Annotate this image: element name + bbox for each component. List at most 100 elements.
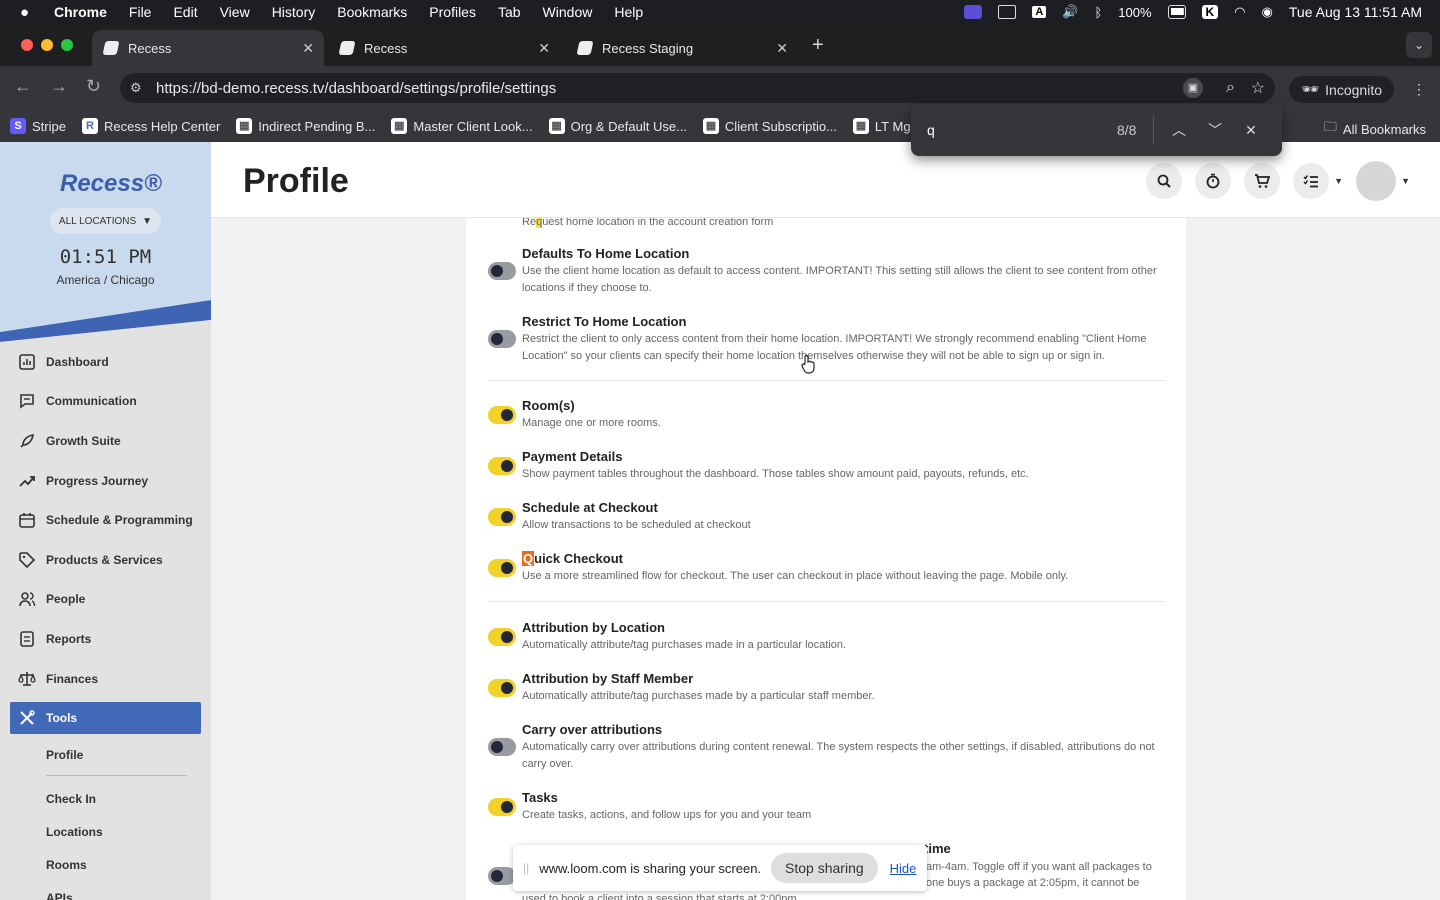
- address-url[interactable]: https://bd-demo.recess.tv/dashboard/sett…: [156, 80, 556, 97]
- sidebar-item-products-services[interactable]: Products & Services: [0, 540, 211, 580]
- menu-edit[interactable]: Edit: [173, 4, 197, 20]
- bookmark-item[interactable]: ▦ LT Mgr: [852, 118, 915, 134]
- calendar-icon: [19, 513, 35, 528]
- apple-icon[interactable]: ●: [20, 4, 36, 21]
- toggle-switch[interactable]: [488, 406, 516, 424]
- setting-description: Request home location in the account cre…: [522, 218, 774, 228]
- subnav-item-locations[interactable]: Locations: [46, 815, 211, 848]
- search-button[interactable]: [1146, 163, 1183, 199]
- all-locations-dropdown[interactable]: ALL LOCATIONS ▼: [50, 208, 161, 234]
- reload-icon[interactable]: ↻: [86, 76, 101, 97]
- toggle-switch[interactable]: [488, 508, 516, 526]
- chart-icon: [19, 353, 35, 370]
- forward-arrow-icon[interactable]: →: [50, 76, 68, 97]
- sidebar-item-progress-journey[interactable]: Progress Journey: [0, 461, 211, 501]
- sidebar-item-schedule-programming[interactable]: Schedule & Programming: [0, 500, 211, 540]
- all-bookmarks-button[interactable]: 🗀 All Bookmarks: [1324, 118, 1426, 140]
- battery-icon[interactable]: [1167, 5, 1186, 19]
- browser-tab[interactable]: Recess ✕: [328, 30, 560, 66]
- subnav-item-profile[interactable]: Profile: [46, 738, 211, 771]
- bookmark-star-icon[interactable]: ☆: [1251, 78, 1265, 98]
- toggle-switch[interactable]: [488, 330, 516, 348]
- tag-icon: [19, 551, 36, 568]
- lens-icon[interactable]: ▣: [1183, 78, 1203, 98]
- subnav-item-apis[interactable]: APIs: [46, 881, 211, 900]
- toggle-switch[interactable]: [488, 559, 516, 577]
- minimize-window-button[interactable]: [41, 39, 53, 51]
- toggle-switch[interactable]: [488, 262, 516, 280]
- sidebar-item-tools[interactable]: Tools: [10, 702, 201, 735]
- incognito-badge[interactable]: 🕶 Incognito: [1289, 76, 1394, 103]
- document-icon: [20, 631, 34, 647]
- volume-icon[interactable]: 🔊: [1062, 4, 1078, 20]
- menu-window[interactable]: Window: [543, 4, 593, 20]
- sidebar-item-communication[interactable]: Communication: [0, 382, 211, 422]
- setting-description-partial: used to book a client into a session tha…: [522, 893, 797, 900]
- subnav-item-rooms[interactable]: Rooms: [46, 848, 211, 881]
- screen-share-icon[interactable]: [964, 5, 983, 19]
- stop-sharing-button[interactable]: Stop sharing: [771, 853, 878, 883]
- menu-history[interactable]: History: [272, 4, 316, 20]
- find-next-icon[interactable]: ﹀: [1204, 120, 1226, 140]
- find-previous-icon[interactable]: ︿: [1168, 120, 1190, 140]
- cart-button[interactable]: [1244, 163, 1281, 199]
- find-close-icon[interactable]: ✕: [1240, 122, 1262, 139]
- recess-logo[interactable]: Recess®: [60, 170, 162, 198]
- tab-search-chevron-icon[interactable]: ⌄: [1406, 32, 1432, 58]
- menu-file[interactable]: File: [129, 4, 152, 20]
- sidebar-item-finances[interactable]: Finances: [0, 659, 211, 699]
- address-bar[interactable]: ⚙ https://bd-demo.recess.tv/dashboard/se…: [120, 73, 1275, 103]
- browser-tab[interactable]: Recess ✕: [92, 30, 324, 66]
- back-arrow-icon[interactable]: ←: [14, 76, 32, 97]
- timer-button[interactable]: [1195, 163, 1232, 199]
- bookmark-item[interactable]: S Stripe: [10, 118, 66, 134]
- control-center-icon[interactable]: ◉: [1262, 4, 1273, 20]
- toggle-switch[interactable]: [488, 738, 516, 756]
- sidebar-item-dashboard[interactable]: Dashboard: [0, 342, 211, 382]
- bookmark-item[interactable]: ▦ Org & Default Use...: [548, 118, 687, 134]
- sidebar-item-people[interactable]: People: [0, 580, 211, 620]
- close-tab-icon[interactable]: ✕: [538, 40, 550, 57]
- text-input-icon[interactable]: A: [1032, 6, 1047, 18]
- close-window-button[interactable]: [21, 39, 33, 51]
- toggle-switch[interactable]: [488, 628, 516, 646]
- drag-handle-icon[interactable]: ||: [523, 861, 529, 875]
- avatar-caret-icon[interactable]: ▼: [1401, 176, 1410, 186]
- menubar-datetime[interactable]: Tue Aug 13 11:51 AM: [1289, 4, 1422, 20]
- toggle-switch[interactable]: [488, 867, 516, 885]
- zoom-window-button[interactable]: [61, 39, 73, 51]
- tasks-button[interactable]: [1293, 163, 1330, 199]
- bookmark-item[interactable]: ▦ Master Client Look...: [391, 118, 533, 134]
- bookmark-item[interactable]: R Recess Help Center: [81, 118, 220, 134]
- bookmark-item[interactable]: ▦ Indirect Pending B...: [236, 118, 375, 134]
- site-settings-icon[interactable]: ⚙: [130, 80, 146, 96]
- find-input[interactable]: q: [927, 122, 1107, 138]
- chrome-menu-icon[interactable]: ⋮: [1412, 81, 1426, 98]
- browser-tab[interactable]: Recess Staging ✕: [566, 30, 798, 66]
- toggle-switch[interactable]: [488, 679, 516, 697]
- new-tab-button[interactable]: +: [812, 34, 824, 57]
- zoom-icon[interactable]: ⌕: [1226, 79, 1235, 97]
- avatar[interactable]: [1356, 161, 1397, 201]
- menu-app-name[interactable]: Chrome: [54, 4, 107, 20]
- bluetooth-icon[interactable]: ᛒ: [1094, 5, 1102, 20]
- menu-profiles[interactable]: Profiles: [429, 4, 476, 20]
- close-tab-icon[interactable]: ✕: [302, 40, 314, 57]
- hide-banner-link[interactable]: Hide: [890, 861, 917, 876]
- toggle-switch[interactable]: [488, 457, 516, 475]
- wifi-icon[interactable]: ◠: [1234, 4, 1245, 20]
- menu-tab[interactable]: Tab: [498, 4, 521, 20]
- tasks-caret-icon[interactable]: ▼: [1334, 176, 1343, 186]
- close-tab-icon[interactable]: ✕: [776, 40, 788, 57]
- menu-view[interactable]: View: [220, 4, 250, 20]
- sidebar-item-label: Tools: [46, 711, 78, 726]
- display-icon[interactable]: [998, 5, 1017, 19]
- sidebar-item-growth-suite[interactable]: Growth Suite: [0, 421, 211, 461]
- toggle-switch[interactable]: [488, 798, 516, 816]
- menu-bookmarks[interactable]: Bookmarks: [337, 4, 407, 20]
- sidebar-item-reports[interactable]: Reports: [0, 619, 211, 659]
- bookmark-item[interactable]: ▦ Client Subscriptio...: [702, 118, 837, 134]
- subnav-item-check-in[interactable]: Check In: [46, 782, 211, 815]
- menu-help[interactable]: Help: [614, 4, 643, 20]
- k-app-icon[interactable]: K: [1201, 5, 1219, 19]
